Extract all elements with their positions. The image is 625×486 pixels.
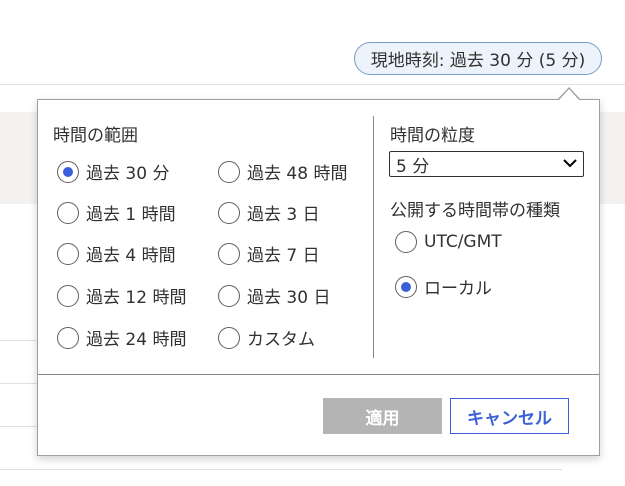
radio-circle [395,275,417,298]
radio-circle [57,326,79,349]
apply-button[interactable]: 適用 [323,398,442,434]
page-divider [0,84,625,85]
radio-last-48-hours[interactable]: 過去 48 時間 [218,159,347,184]
background-panel [598,112,625,204]
granularity-value: 5 分 [396,156,430,177]
radio-utc-gmt[interactable]: UTC/GMT [395,231,502,253]
time-range-title: 時間の範囲 [53,126,138,146]
radio-circle [218,284,240,307]
radio-custom[interactable]: カスタム [218,325,315,350]
granularity-select[interactable]: 5 分 [389,151,584,177]
radio-circle [218,326,240,349]
chevron-down-icon [563,157,577,171]
radio-label: 過去 4 時間 [86,246,176,266]
radio-label: 過去 3 日 [247,205,320,225]
radio-circle [218,201,240,224]
radio-label: ローカル [424,279,492,299]
radio-circle [395,231,417,253]
page-divider [0,426,37,427]
radio-last-30-days[interactable]: 過去 30 日 [218,283,330,308]
timezone-title: 公開する時間帯の種類 [390,201,560,221]
radio-last-30-minutes[interactable]: 過去 30 分 [57,159,169,184]
popup-caret-inner [558,89,580,101]
radio-label: 過去 7 日 [247,246,320,266]
radio-label: 過去 30 分 [86,164,170,184]
radio-label: 過去 24 時間 [86,330,187,350]
granularity-title: 時間の粒度 [390,126,475,146]
radio-label: 過去 30 日 [247,288,331,308]
radio-circle [57,160,79,183]
radio-local[interactable]: ローカル [395,274,492,299]
footer-divider [38,374,599,375]
radio-last-12-hours[interactable]: 過去 12 時間 [57,283,186,308]
radio-circle [57,284,79,307]
radio-last-4-hours[interactable]: 過去 4 時間 [57,241,176,266]
column-divider [373,116,374,358]
radio-last-3-days[interactable]: 過去 3 日 [218,200,320,225]
cancel-button[interactable]: キャンセル [450,398,569,434]
radio-label: カスタム [247,330,315,350]
radio-circle [57,242,79,265]
radio-circle [218,160,240,183]
background-panel [0,112,37,204]
page-divider [0,383,37,384]
radio-last-24-hours[interactable]: 過去 24 時間 [57,325,186,350]
radio-last-1-hour[interactable]: 過去 1 時間 [57,200,176,225]
radio-label: 過去 12 時間 [86,288,187,308]
radio-label: 過去 48 時間 [247,164,348,184]
radio-last-7-days[interactable]: 過去 7 日 [218,241,320,266]
radio-label: 過去 1 時間 [86,205,176,225]
time-range-popup: 時間の範囲 過去 30 分 過去 1 時間 過去 4 時間 過去 12 時間 過… [37,99,600,456]
radio-circle [57,201,79,224]
time-range-pill-button[interactable]: 現地時刻: 過去 30 分 (5 分) [354,42,602,75]
radio-circle [218,242,240,265]
page-divider [0,340,37,341]
radio-label: UTC/GMT [424,232,502,252]
page-divider [0,469,562,470]
